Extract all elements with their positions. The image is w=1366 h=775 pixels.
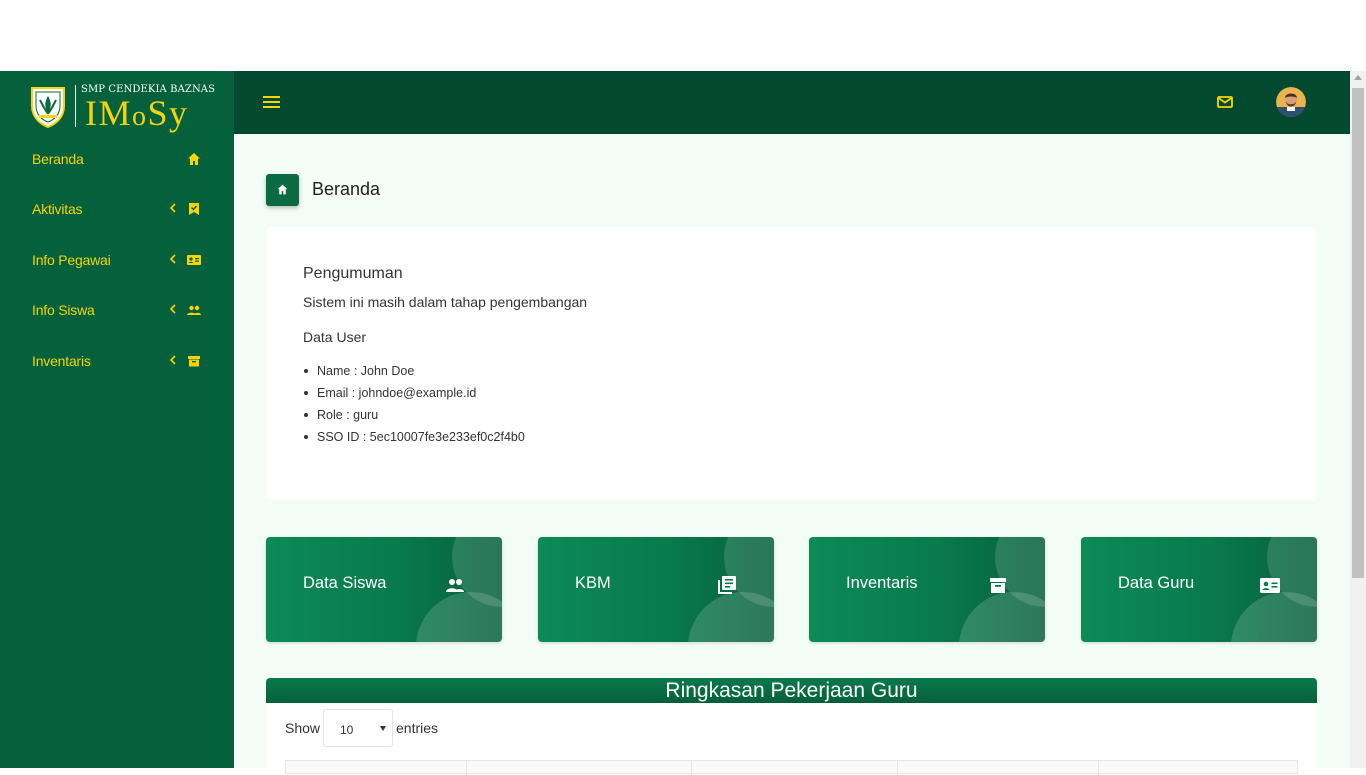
card-data-guru[interactable]: Data Guru bbox=[1081, 537, 1317, 642]
entries-label: entries bbox=[396, 720, 439, 736]
sidebar-item-beranda[interactable]: Beranda bbox=[0, 134, 234, 184]
archive-box-icon bbox=[188, 355, 200, 367]
avatar-image bbox=[1276, 87, 1306, 117]
main-content: Beranda Pengumuman Sistem ini masih dala… bbox=[234, 134, 1350, 775]
show-label: Show bbox=[285, 720, 321, 736]
entries-page-size-select[interactable]: 10 bbox=[323, 709, 393, 747]
sidebar-item-inventaris[interactable]: Inventaris bbox=[0, 336, 234, 386]
card-decoration bbox=[688, 592, 774, 642]
table-column-divider bbox=[691, 761, 692, 775]
chevron-left-icon bbox=[169, 304, 176, 314]
page-title-icon-box bbox=[266, 174, 299, 206]
announcement-title: Pengumuman bbox=[303, 265, 403, 282]
table-header-row bbox=[285, 760, 1298, 775]
home-icon bbox=[277, 184, 288, 195]
card-label: Data Siswa bbox=[303, 574, 387, 592]
page-scrollbar[interactable] bbox=[1350, 71, 1366, 768]
sidebar-item-label: Info Pegawai bbox=[32, 251, 111, 268]
summary-title: Ringkasan Pekerjaan Guru bbox=[665, 679, 918, 702]
user-details-list: Name : John Doe Email : johndoe@example.… bbox=[303, 363, 525, 451]
sidebar-nav: Beranda Aktivitas Info Pegawai Info Sisw… bbox=[0, 134, 234, 386]
user-data-heading: Data User bbox=[303, 329, 367, 345]
card-label: Inventaris bbox=[846, 574, 918, 592]
table-column-divider bbox=[1098, 761, 1099, 775]
top-header bbox=[234, 71, 1350, 134]
dropdown-arrow-icon bbox=[380, 726, 386, 731]
card-decoration bbox=[1231, 592, 1317, 642]
page-size-value: 10 bbox=[340, 723, 354, 737]
sidebar-item-info-siswa[interactable]: Info Siswa bbox=[0, 285, 234, 335]
list-item: Email : johndoe@example.id bbox=[303, 385, 525, 407]
hamburger-menu-icon[interactable] bbox=[262, 93, 282, 111]
user-avatar[interactable] bbox=[1276, 87, 1306, 117]
browser-blank-area bbox=[0, 0, 1366, 71]
sidebar-item-label: Aktivitas bbox=[32, 201, 83, 218]
summary-table-panel: Show 10 entries bbox=[266, 703, 1317, 775]
list-item: Role : guru bbox=[303, 407, 525, 429]
people-icon bbox=[446, 579, 464, 592]
bookmark-check-icon bbox=[189, 203, 199, 216]
brand-logo[interactable]: SMP CENDEKIA BAZNAS IMoSy bbox=[28, 83, 218, 132]
scroll-up-arrow-icon[interactable] bbox=[1354, 75, 1362, 80]
sidebar-item-info-pegawai[interactable]: Info Pegawai bbox=[0, 235, 234, 285]
id-card-icon bbox=[1260, 578, 1280, 593]
card-inventaris[interactable]: Inventaris bbox=[809, 537, 1045, 642]
announcement-panel: Pengumuman Sistem ini masih dalam tahap … bbox=[266, 227, 1317, 500]
table-column-divider bbox=[466, 761, 467, 775]
school-emblem-icon bbox=[31, 87, 65, 128]
app-name: IMoSy bbox=[85, 93, 189, 133]
announcement-message: Sistem ini masih dalam tahap pengembanga… bbox=[303, 294, 588, 310]
card-decoration bbox=[416, 592, 502, 642]
list-item: Name : John Doe bbox=[303, 363, 525, 385]
table-column-divider bbox=[897, 761, 898, 775]
chevron-left-icon bbox=[169, 254, 176, 264]
logo-divider bbox=[75, 85, 76, 127]
card-label: Data Guru bbox=[1118, 574, 1195, 592]
id-card-icon bbox=[187, 254, 201, 265]
card-kbm[interactable]: KBM bbox=[538, 537, 774, 642]
list-item: SSO ID : 5ec10007fe3e233ef0c2f4b0 bbox=[303, 429, 525, 451]
sidebar-item-label: Info Siswa bbox=[32, 302, 95, 319]
sidebar: SMP CENDEKIA BAZNAS IMoSy Beranda Aktivi… bbox=[0, 71, 234, 768]
page-title: Beranda bbox=[312, 179, 381, 199]
library-books-icon bbox=[718, 576, 736, 594]
sidebar-item-label: Beranda bbox=[32, 151, 84, 167]
summary-header: Ringkasan Pekerjaan Guru bbox=[266, 678, 1317, 703]
card-decoration bbox=[959, 592, 1045, 642]
sidebar-item-aktivitas[interactable]: Aktivitas bbox=[0, 184, 234, 234]
sidebar-item-label: Inventaris bbox=[32, 352, 91, 369]
people-icon bbox=[187, 305, 201, 316]
chevron-left-icon bbox=[169, 203, 176, 213]
chevron-left-icon bbox=[169, 354, 176, 365]
archive-box-icon bbox=[990, 578, 1006, 593]
mail-icon[interactable] bbox=[1216, 94, 1234, 110]
card-label: KBM bbox=[575, 574, 611, 592]
scrollbar-thumb[interactable] bbox=[1352, 88, 1364, 578]
card-data-siswa[interactable]: Data Siswa bbox=[266, 537, 502, 642]
home-icon bbox=[188, 153, 200, 165]
